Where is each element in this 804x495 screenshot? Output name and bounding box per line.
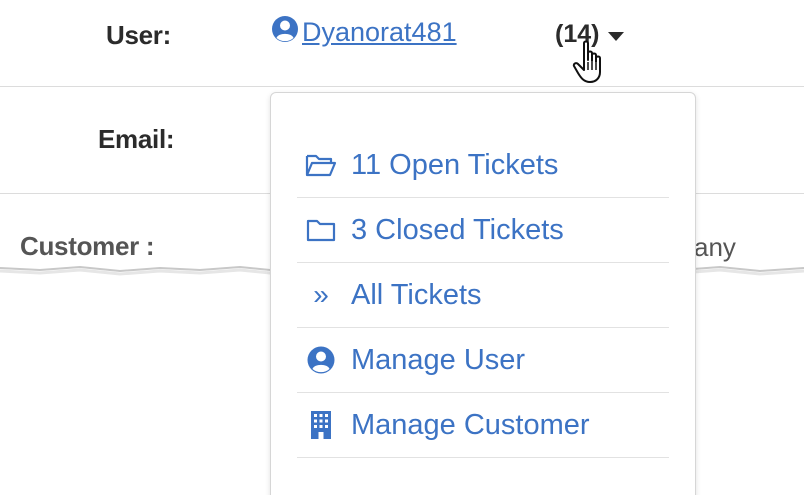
menu-item-all-tickets[interactable]: » All Tickets: [297, 263, 669, 328]
username-text: Dyanorat481: [302, 17, 457, 47]
hand-pointer-cursor-icon: [572, 40, 612, 95]
menu-item-manage-user[interactable]: Manage User: [297, 328, 669, 393]
menu-item-label: Manage Customer: [351, 408, 590, 441]
dropdown-menu-list: 11 Open Tickets 3 Closed Tickets » All T…: [297, 133, 669, 458]
menu-item-closed-tickets[interactable]: 3 Closed Tickets: [297, 198, 669, 263]
user-circle-icon: [301, 345, 341, 375]
user-avatar-icon: [270, 14, 300, 51]
user-link[interactable]: Dyanorat481: [270, 14, 457, 51]
user-ticket-info-panel: User: Dyanorat481 (14) Email: Customer :…: [0, 0, 804, 495]
menu-item-label: All Tickets: [351, 278, 482, 311]
double-chevron-right-icon: »: [313, 279, 329, 310]
email-label: Email:: [98, 124, 175, 154]
ticket-actions-dropdown: 11 Open Tickets 3 Closed Tickets » All T…: [270, 92, 696, 495]
user-row: User: Dyanorat481 (14): [0, 0, 804, 87]
menu-item-label: Manage User: [351, 343, 526, 376]
building-icon: [301, 410, 341, 440]
folder-icon: [301, 217, 341, 243]
menu-item-label: 11 Open Tickets: [351, 148, 559, 181]
customer-label: Customer :: [20, 231, 155, 261]
user-label: User:: [106, 20, 171, 50]
menu-item-label: 3 Closed Tickets: [351, 213, 564, 246]
customer-value: any: [694, 232, 736, 262]
folder-open-icon: [301, 152, 341, 178]
menu-item-open-tickets[interactable]: 11 Open Tickets: [297, 133, 669, 198]
menu-item-manage-customer[interactable]: Manage Customer: [297, 393, 669, 458]
